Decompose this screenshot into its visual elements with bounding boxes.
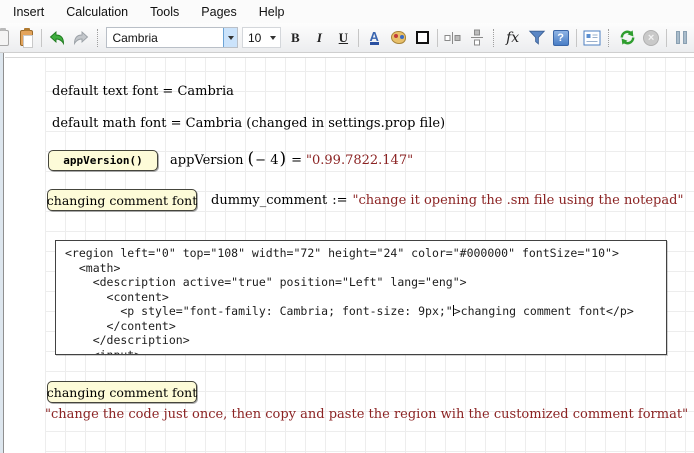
font-size-value: 10 <box>243 31 266 45</box>
toolbar-grip <box>493 29 497 47</box>
menu-tools[interactable]: Tools <box>139 2 190 22</box>
paste-icon <box>20 30 33 46</box>
menu-insert[interactable]: Insert <box>2 2 55 22</box>
xml-code-region[interactable]: <region left="0" top="108" width="72" he… <box>55 240 667 355</box>
variable-name: dummy_comment <box>211 193 327 208</box>
menu-calculation[interactable]: Calculation <box>55 2 139 22</box>
code-line: <region left="0" top="108" width="72" he… <box>65 246 666 261</box>
comment-font-region-button-2[interactable]: changing comment font <box>47 381 197 403</box>
background-color-button[interactable] <box>387 26 409 50</box>
refresh-icon <box>618 28 637 47</box>
undo-icon <box>47 28 67 48</box>
stop-icon: × <box>643 30 659 46</box>
menu-bar: Insert Calculation Tools Pages Help <box>0 0 694 23</box>
copy-button[interactable] <box>0 26 13 50</box>
function-button[interactable]: fx <box>502 26 524 50</box>
font-name-combo[interactable]: Cambria <box>106 27 238 48</box>
equals-sign: = <box>291 153 302 168</box>
question-book-icon: ? <box>553 30 569 46</box>
toolbar-separator <box>41 29 42 47</box>
function-icon: fx <box>506 30 519 46</box>
code-line: <input> <box>65 348 666 356</box>
recalculate-button[interactable] <box>616 26 638 50</box>
menu-help[interactable]: Help <box>248 2 296 22</box>
page-left-edge <box>0 53 4 453</box>
copy-icon <box>0 30 9 46</box>
stop-button[interactable]: × <box>640 26 662 50</box>
dummy-comment-math-region[interactable]: dummy_comment := "change it opening the … <box>211 188 683 212</box>
toolbar-separator <box>576 29 577 47</box>
redo-icon <box>71 28 91 48</box>
code-line-with-caret: <p style="font-family: Cambria; font-siz… <box>65 304 666 319</box>
palette-icon <box>391 31 406 44</box>
code-line: </description> <box>65 333 666 348</box>
align-horizontal-button[interactable] <box>442 26 464 50</box>
assign-operator: := <box>332 193 347 208</box>
toolbar-separator <box>666 29 667 47</box>
text-region-default-math-font[interactable]: default math font = Cambria (changed in … <box>52 116 445 131</box>
code-line: <math> <box>65 261 666 276</box>
open-paren: ( <box>248 149 255 169</box>
comment-font-region-button[interactable]: changing comment font <box>47 189 197 211</box>
comment-value-string: "change it opening the .sm file using th… <box>353 193 684 208</box>
align-vertical-button[interactable] <box>466 26 488 50</box>
form-list-icon <box>583 30 601 46</box>
close-paren: ) <box>279 149 286 169</box>
code-line-pre-caret: <p style="font-family: Cambria; font-siz… <box>65 304 453 318</box>
undo-button[interactable] <box>46 26 68 50</box>
toolbar-separator <box>437 29 438 47</box>
chevron-down-icon <box>228 36 234 40</box>
text-region-default-text-font[interactable]: default text font = Cambria <box>52 84 234 99</box>
filter-button[interactable] <box>526 26 548 50</box>
menu-pages[interactable]: Pages <box>190 2 247 22</box>
reference-button[interactable]: ? <box>550 26 572 50</box>
code-line: <content> <box>65 290 666 305</box>
appversion-result-string: "0.99.7822.147" <box>306 153 413 168</box>
code-line: <description active="true" position="Lef… <box>65 275 666 290</box>
border-button[interactable] <box>411 26 433 50</box>
toolbar-separator <box>358 29 359 47</box>
italic-button[interactable]: I <box>308 26 330 50</box>
align-horizontal-icon <box>444 31 462 45</box>
pause-icon <box>676 31 687 44</box>
font-color-icon: A <box>370 31 379 45</box>
pause-button[interactable] <box>671 26 693 50</box>
toolbar-grip <box>97 29 101 47</box>
font-color-button[interactable]: A <box>363 26 385 50</box>
appversion-argument: − 4 <box>255 153 278 168</box>
appversion-function-name: appVersion <box>170 153 244 168</box>
underline-button[interactable]: U <box>332 26 354 50</box>
filter-icon <box>528 29 546 46</box>
appversion-region-button[interactable]: appVersion() <box>48 150 158 171</box>
worksheet-canvas[interactable]: default text font = Cambria default math… <box>0 53 694 453</box>
toolbar: Cambria 10 B I U A fx <box>0 23 694 53</box>
font-size-dropdown-button[interactable] <box>266 28 280 47</box>
paste-button[interactable] <box>15 26 37 50</box>
redo-button[interactable] <box>70 26 92 50</box>
font-name-dropdown-button[interactable] <box>223 28 237 47</box>
border-icon <box>416 31 429 44</box>
bold-button[interactable]: B <box>284 26 306 50</box>
font-name-value: Cambria <box>107 31 223 45</box>
chevron-down-icon <box>270 36 276 40</box>
align-vertical-icon <box>470 29 484 47</box>
font-size-combo[interactable]: 10 <box>242 27 281 48</box>
footer-note-text[interactable]: "change the code just once, then copy an… <box>45 407 688 422</box>
code-line-post-caret: >changing comment font</p> <box>454 304 634 318</box>
code-line: </content> <box>65 319 666 334</box>
options-form-button[interactable] <box>581 26 603 50</box>
appversion-math-region[interactable]: appVersion ( − 4 ) = "0.99.7822.147" <box>170 148 413 172</box>
toolbar-grip <box>608 29 612 47</box>
